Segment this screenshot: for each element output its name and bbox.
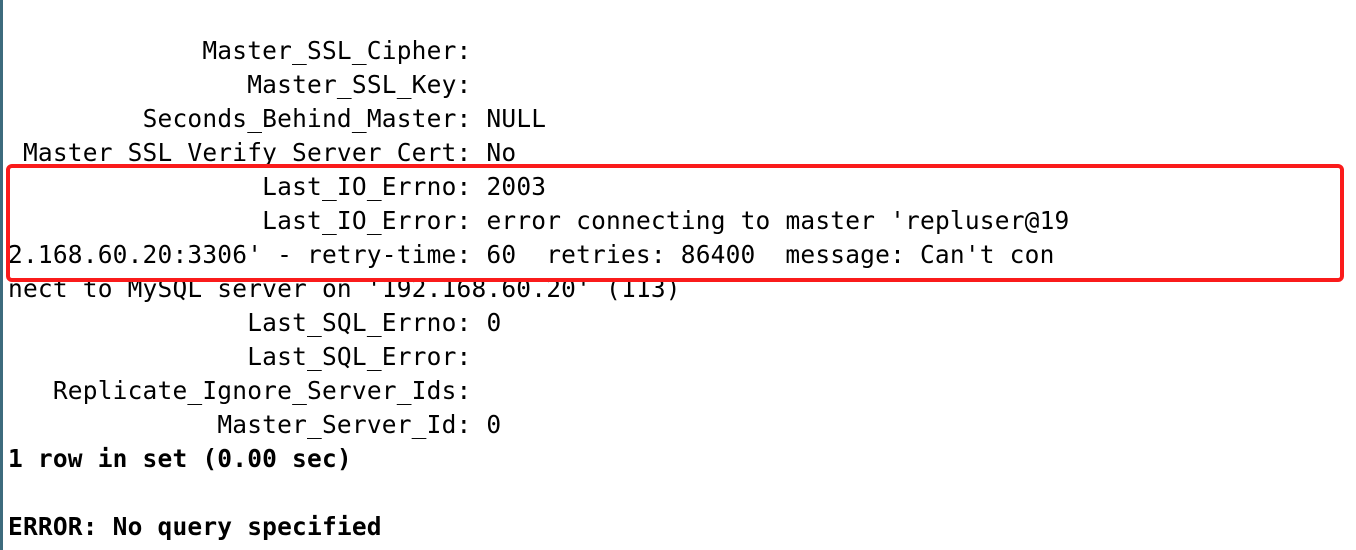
label: Master_SSL_Cipher: xyxy=(202,36,471,65)
row-master-ssl-verify-server-cert: Master_SSL_Verify_Server_Cert: No xyxy=(8,138,516,167)
pad xyxy=(8,36,187,65)
pad xyxy=(8,342,232,371)
error-line: ERROR: No query specified xyxy=(8,512,382,541)
row-master-ssl-key: Master_SSL_Key: xyxy=(8,70,486,99)
value: 2003 xyxy=(486,172,546,201)
value: 0 xyxy=(486,410,501,439)
pad xyxy=(8,206,247,235)
row-last-io-error-l3: nect to MySQL server on '192.168.60.20' … xyxy=(8,274,681,303)
row-seconds-behind-master: Seconds_Behind_Master: NULL xyxy=(8,104,546,133)
label: Last_SQL_Error: xyxy=(247,342,471,371)
row-last-io-errno: Last_IO_Errno: 2003 xyxy=(8,172,546,201)
pad xyxy=(8,308,232,337)
row-master-ssl-cipher: Master_SSL_Cipher: xyxy=(8,36,486,65)
label: Master_SSL_Verify_Server_Cert: xyxy=(23,138,472,167)
label: Last_IO_Errno: xyxy=(262,172,471,201)
value: No xyxy=(486,138,516,167)
pad xyxy=(8,376,38,405)
value: NULL xyxy=(486,104,546,133)
row-last-sql-error: Last_SQL_Error: xyxy=(8,342,486,371)
row-replicate-ignore-server-ids: Replicate_Ignore_Server_Ids: xyxy=(8,376,486,405)
value: 0 xyxy=(486,308,501,337)
label: Seconds_Behind_Master: xyxy=(143,104,472,133)
row-last-io-error-l1: Last_IO_Error: error connecting to maste… xyxy=(8,206,1070,235)
row-last-sql-errno: Last_SQL_Errno: 0 xyxy=(8,308,501,337)
pad xyxy=(8,410,202,439)
row-master-server-id: Master_Server_Id: 0 xyxy=(8,410,501,439)
row-last-io-error-l2: 2.168.60.20:3306' - retry-time: 60 retri… xyxy=(8,240,1055,269)
label: Master_Server_Id: xyxy=(217,410,471,439)
pad xyxy=(8,172,247,201)
label: Last_IO_Error: xyxy=(262,206,471,235)
terminal-output: Master_SSL_Cipher: Master_SSL_Key: Secon… xyxy=(0,0,1356,544)
pad xyxy=(8,104,128,133)
value: error connecting to master 'repluser@19 xyxy=(486,206,1069,235)
label: Master_SSL_Key: xyxy=(247,70,471,99)
pad xyxy=(8,70,232,99)
rowset-summary: 1 row in set (0.00 sec) xyxy=(8,444,352,473)
label: Last_SQL_Errno: xyxy=(247,308,471,337)
label: Replicate_Ignore_Server_Ids: xyxy=(53,376,472,405)
